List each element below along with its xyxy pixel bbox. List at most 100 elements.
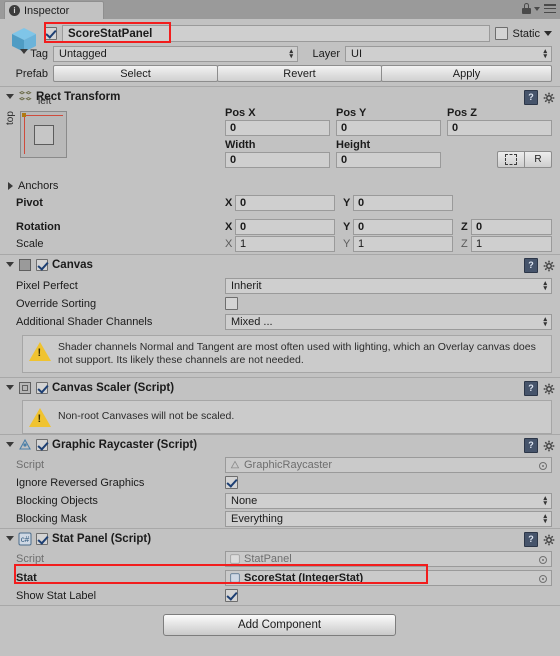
pixel-perfect-dropdown[interactable]: Inherit ▴ ▾: [225, 277, 552, 294]
gear-icon[interactable]: [543, 440, 555, 452]
pos-y-input[interactable]: 0: [336, 120, 441, 136]
prefab-select-button[interactable]: Select: [53, 65, 218, 82]
canvas-scaler-header[interactable]: Canvas Scaler (Script) ?: [0, 378, 560, 397]
raycaster-script-field[interactable]: GraphicRaycaster: [225, 456, 552, 473]
graphic-raycaster-title: Graphic Raycaster (Script): [52, 438, 198, 451]
shader-channels-arrows: ▴ ▾: [543, 315, 547, 328]
blocking-mask-dropdown[interactable]: Everything ▴ ▾: [225, 510, 552, 527]
prefab-apply-button[interactable]: Apply: [381, 65, 552, 82]
graphic-raycaster-header-icons: ?: [524, 438, 555, 453]
gameobject-name-input[interactable]: ScoreStatPanel: [62, 25, 491, 42]
scale-z-input[interactable]: 1: [471, 235, 552, 252]
tag-dropdown[interactable]: Untagged ▴ ▾: [53, 46, 298, 62]
stat-panel-script-field[interactable]: StatPanel: [225, 550, 552, 567]
lock-icon[interactable]: [522, 3, 531, 14]
help-icon[interactable]: ?: [524, 90, 538, 105]
pos-z-input[interactable]: 0: [447, 120, 552, 136]
rotation-y-input[interactable]: 0: [353, 218, 453, 235]
pivot-y-input[interactable]: 0: [353, 194, 453, 211]
canvas-foldout-icon[interactable]: [6, 262, 14, 267]
component-graphic-raycaster: Graphic Raycaster (Script) ? Script Grap…: [0, 435, 560, 529]
gameobject-enabled-checkbox[interactable]: [44, 27, 57, 40]
blueprint-mode-button[interactable]: [497, 151, 525, 168]
component-canvas: Canvas ? Pixel Perfect Inherit ▴ ▾ Overr…: [0, 255, 560, 378]
help-icon[interactable]: ?: [524, 258, 538, 273]
pixel-perfect-arrows: ▴ ▾: [543, 279, 547, 292]
ignore-reversed-checkbox[interactable]: [225, 476, 238, 489]
tag-label: Tag: [30, 48, 48, 60]
stat-panel-script-label: Script: [16, 552, 45, 565]
canvas-enabled-checkbox[interactable]: [36, 258, 48, 271]
stat-panel-header[interactable]: c# Stat Panel (Script) ?: [0, 529, 560, 548]
graphic-raycaster-header[interactable]: Graphic Raycaster (Script) ?: [0, 435, 560, 454]
gear-icon[interactable]: [543, 92, 555, 104]
script-file-icon: [230, 460, 240, 468]
component-canvas-scaler: Canvas Scaler (Script) ? ! Non-root Canv…: [0, 378, 560, 435]
pivot-x-input[interactable]: 0: [235, 194, 335, 211]
anchors-label: Anchors: [18, 179, 59, 192]
scale-y-axis-label: Y: [343, 237, 351, 250]
override-sorting-checkbox[interactable]: [225, 297, 238, 310]
canvas-scaler-warning-box: Non-root Canvases will not be scaled.: [22, 400, 552, 434]
static-dropdown-icon[interactable]: [544, 31, 552, 36]
layer-dropdown[interactable]: UI ▴ ▾: [345, 46, 552, 62]
canvas-scaler-enabled-checkbox[interactable]: [36, 381, 48, 394]
scale-z-axis-label: Z: [461, 237, 468, 250]
chevron-down-icon[interactable]: [534, 6, 540, 11]
anchors-foldout-icon[interactable]: [8, 181, 13, 190]
raycaster-script-value: GraphicRaycaster: [244, 458, 333, 471]
pos-x-input[interactable]: 0: [225, 120, 330, 136]
pivot-y-axis-label: Y: [343, 196, 351, 209]
pivot-row: Pivot X 0 Y 0: [16, 194, 552, 211]
height-input[interactable]: 0: [336, 152, 441, 168]
pixel-perfect-label: Pixel Perfect: [16, 279, 78, 292]
prefab-revert-button[interactable]: Revert: [217, 65, 382, 82]
blocking-objects-dropdown[interactable]: None ▴ ▾: [225, 492, 552, 509]
object-picker-icon[interactable]: [539, 461, 547, 470]
scale-row: Scale X 1 Y 1 Z 1: [16, 235, 552, 252]
rect-transform-fields: Pos X 0 Pos Y 0 Pos Z 0 Width 0 Height 0…: [225, 107, 552, 168]
scale-x-input[interactable]: 1: [235, 235, 335, 252]
shader-channels-dropdown[interactable]: Mixed ... ▴ ▾: [225, 313, 552, 330]
rotation-x-axis-label: X: [225, 220, 233, 233]
anchors-foldout-row[interactable]: Anchors: [8, 177, 58, 194]
rect-transform-header[interactable]: Rect Transform ?: [0, 87, 560, 106]
gear-icon[interactable]: [543, 260, 555, 272]
rotation-x-input[interactable]: 0: [235, 218, 335, 235]
graphic-raycaster-foldout-icon[interactable]: [6, 442, 14, 447]
add-component-button[interactable]: Add Component: [163, 614, 396, 636]
hamburger-menu-icon[interactable]: [544, 4, 556, 13]
raw-edit-mode-button[interactable]: R: [524, 151, 552, 168]
show-stat-label-checkbox[interactable]: [225, 589, 238, 602]
scale-y-input[interactable]: 1: [353, 235, 453, 252]
canvas-header[interactable]: Canvas ?: [0, 255, 560, 274]
blocking-mask-row: Blocking Mask Everything ▴ ▾: [16, 510, 552, 527]
rect-transform-foldout-icon[interactable]: [6, 94, 14, 99]
stat-panel-title: Stat Panel (Script): [52, 532, 152, 545]
inspector-panel: i Inspector ScoreStatPanel Static Tag Un…: [0, 0, 560, 656]
warning-icon: [29, 342, 51, 361]
canvas-scaler-foldout-icon[interactable]: [6, 385, 14, 390]
rotation-z-input[interactable]: 0: [471, 218, 552, 235]
stat-panel-foldout-icon[interactable]: [6, 536, 14, 541]
canvas-scaler-header-icons: ?: [524, 381, 555, 396]
stat-object-field[interactable]: ScoreStat (IntegerStat): [225, 569, 552, 586]
help-icon[interactable]: ?: [524, 438, 538, 453]
anchor-preview-widget[interactable]: [20, 111, 67, 158]
info-icon: i: [9, 5, 20, 16]
width-input[interactable]: 0: [225, 152, 330, 168]
tab-inspector[interactable]: i Inspector: [4, 1, 104, 19]
graphic-raycaster-enabled-checkbox[interactable]: [36, 438, 48, 451]
gear-icon[interactable]: [543, 534, 555, 546]
blueprint-icon: [505, 154, 517, 165]
object-picker-icon[interactable]: [539, 574, 547, 583]
gear-icon[interactable]: [543, 383, 555, 395]
help-icon[interactable]: ?: [524, 381, 538, 396]
pivot-label: Pivot: [16, 196, 43, 209]
canvas-warning-box: Shader channels Normal and Tangent are m…: [22, 335, 552, 373]
object-picker-icon[interactable]: [539, 555, 547, 564]
help-icon[interactable]: ?: [524, 532, 538, 547]
anchor-preview-handle[interactable]: [22, 113, 26, 117]
static-checkbox[interactable]: [495, 27, 509, 40]
stat-panel-enabled-checkbox[interactable]: [36, 532, 48, 545]
